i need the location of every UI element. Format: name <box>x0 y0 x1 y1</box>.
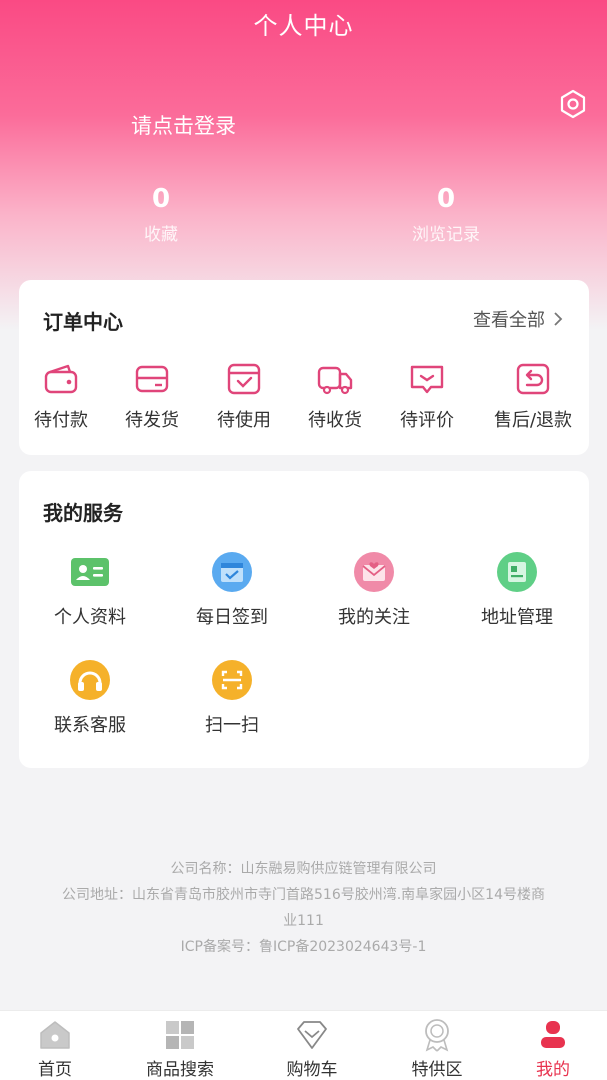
order-pending-use[interactable]: 待使用 <box>199 360 289 432</box>
my-services-title: 我的服务 <box>43 501 123 525</box>
service-label: 个人资料 <box>54 607 126 628</box>
order-pending-payment[interactable]: 待付款 <box>16 360 106 432</box>
favorites-count: 0 <box>151 184 171 214</box>
check-box-icon <box>227 363 261 395</box>
calendar-icon <box>212 552 252 592</box>
service-daily-checkin[interactable]: 每日签到 <box>162 551 302 629</box>
favorites-stat[interactable]: 0 收藏 <box>81 184 241 245</box>
bottom-tab-bar: 首页 商品搜索 购物车 特供区 我的 <box>0 1010 607 1080</box>
order-pending-review[interactable]: 待评价 <box>382 360 472 432</box>
page-title: 个人中心 <box>253 12 354 40</box>
service-label: 我的关注 <box>338 607 410 628</box>
comment-icon <box>410 365 444 394</box>
history-stat[interactable]: 0 浏览记录 <box>366 184 526 245</box>
favorites-label: 收藏 <box>144 225 178 245</box>
order-item-label: 待付款 <box>34 410 88 431</box>
company-info: 公司名称：山东融易购供应链管理有限公司 公司地址：山东省青岛市胶州市寺门首路51… <box>40 856 567 960</box>
settings-icon[interactable] <box>558 89 588 119</box>
service-label: 联系客服 <box>54 715 126 736</box>
order-item-label: 待使用 <box>217 410 271 431</box>
id-card-icon <box>71 558 109 586</box>
grid-icon <box>166 1021 194 1049</box>
tab-label: 特供区 <box>411 1060 463 1080</box>
wallet-icon <box>44 364 78 394</box>
view-all-orders-link[interactable]: 查看全部 <box>473 306 563 332</box>
service-address-management[interactable]: 地址管理 <box>447 551 587 629</box>
tab-label: 商品搜索 <box>146 1060 214 1080</box>
icp-record: ICP备案号：鲁ICP备2023024643号-1 <box>180 939 427 955</box>
medal-icon <box>425 1019 449 1052</box>
tab-home[interactable]: 首页 <box>0 1017 110 1080</box>
service-label: 地址管理 <box>481 607 553 628</box>
service-profile[interactable]: 个人资料 <box>20 551 160 629</box>
tab-product-search[interactable]: 商品搜索 <box>125 1017 235 1080</box>
envelope-heart-icon <box>354 552 394 592</box>
history-label: 浏览记录 <box>412 225 480 245</box>
order-pending-shipment[interactable]: 待发货 <box>107 360 197 432</box>
user-icon <box>541 1021 565 1048</box>
tab-label: 购物车 <box>286 1060 338 1080</box>
service-my-follows[interactable]: 我的关注 <box>304 551 444 629</box>
order-center-title: 订单中心 <box>43 310 123 334</box>
order-item-label: 待评价 <box>400 410 454 431</box>
card-icon <box>135 365 169 393</box>
tab-mine[interactable]: 我的 <box>498 1017 607 1080</box>
tab-special-supply[interactable]: 特供区 <box>382 1017 492 1080</box>
order-center-card: 订单中心 查看全部 待付款 待发货 待使用 待收货 待评价 售后/退款 <box>19 280 589 455</box>
tab-label: 首页 <box>38 1060 72 1080</box>
company-address: 公司地址：山东省青岛市胶州市寺门首路516号胶州湾.南阜家园小区14号楼商 <box>62 887 545 903</box>
service-label: 扫一扫 <box>205 715 259 736</box>
service-customer-support[interactable]: 联系客服 <box>20 659 160 737</box>
view-all-label: 查看全部 <box>473 310 545 331</box>
tab-label: 我的 <box>536 1060 570 1080</box>
return-icon <box>516 363 550 395</box>
order-item-label: 待收货 <box>308 410 362 431</box>
scan-icon <box>212 660 252 700</box>
service-scan[interactable]: 扫一扫 <box>162 659 302 737</box>
order-pending-receipt[interactable]: 待收货 <box>290 360 380 432</box>
heart-diamond-icon <box>297 1021 327 1049</box>
truck-icon <box>317 366 353 395</box>
company-address-cont: 业111 <box>283 913 324 929</box>
login-link[interactable]: 请点击登录 <box>131 110 236 140</box>
order-item-label: 待发货 <box>125 410 179 431</box>
my-services-card: 我的服务 个人资料 每日签到 我的关注 地址管理 联系客服 扫一扫 <box>19 471 589 768</box>
company-name: 公司名称：山东融易购供应链管理有限公司 <box>170 861 437 877</box>
chevron-right-icon <box>554 312 563 326</box>
order-after-sales[interactable]: 售后/退款 <box>488 360 578 432</box>
tab-cart[interactable]: 购物车 <box>257 1017 367 1080</box>
service-label: 每日签到 <box>196 607 268 628</box>
home-icon <box>40 1021 70 1049</box>
history-count: 0 <box>436 184 456 214</box>
address-icon <box>497 552 537 592</box>
order-item-label: 售后/退款 <box>493 410 573 431</box>
headset-icon <box>70 660 110 700</box>
